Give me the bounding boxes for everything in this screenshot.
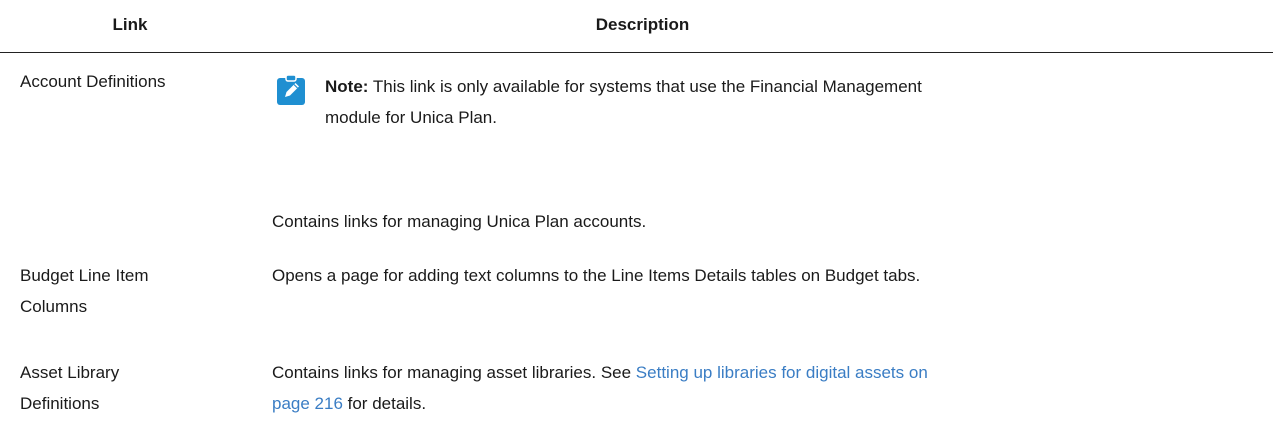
row-account-definitions-description: Contains links for managing Unica Plan a… — [272, 212, 647, 231]
row-asset-library-definitions-description: Contains links for managing asset librar… — [272, 357, 1272, 419]
column-header-description: Description — [595, 15, 690, 34]
note-line-1: Note: This link is only available for sy… — [325, 71, 1225, 102]
table-header-row: Link Description — [0, 0, 1273, 53]
definitions-table: Link Description Account Definitions Not… — [0, 0, 1273, 413]
note-block: Note: This link is only available for sy… — [325, 71, 1225, 133]
note-label: Note: — [325, 77, 369, 96]
row-budget-line-item-columns-link: Budget Line Item Columns — [20, 260, 240, 322]
row-budget-line-item-columns-description: Opens a page for adding text columns to … — [272, 266, 921, 285]
xref-link-page-216[interactable]: page 216 — [272, 394, 343, 413]
xref-link-digital-assets[interactable]: Setting up libraries for digital assets … — [636, 363, 928, 382]
note-text-line-2: module for Unica Plan. — [325, 108, 497, 127]
link-text-line-1: Asset Library — [20, 363, 120, 382]
note-pencil-icon — [277, 74, 305, 105]
description-line-1: Contains links for managing asset librar… — [272, 357, 1272, 388]
row-account-definitions-link: Account Definitions — [20, 72, 166, 91]
note-text-line-1: This link is only available for systems … — [372, 77, 922, 96]
column-header-link: Link — [112, 15, 148, 34]
link-text-line-2: Columns — [20, 297, 88, 316]
row-asset-library-definitions-link: Asset Library Definitions — [20, 357, 240, 419]
description-text-after: for details. — [342, 394, 427, 413]
description-text: Contains links for managing asset librar… — [272, 363, 636, 382]
description-line-2: page 216 for details. — [272, 388, 1272, 419]
link-text-line-2: Definitions — [20, 394, 100, 413]
link-text-line-1: Budget Line Item — [20, 266, 149, 285]
